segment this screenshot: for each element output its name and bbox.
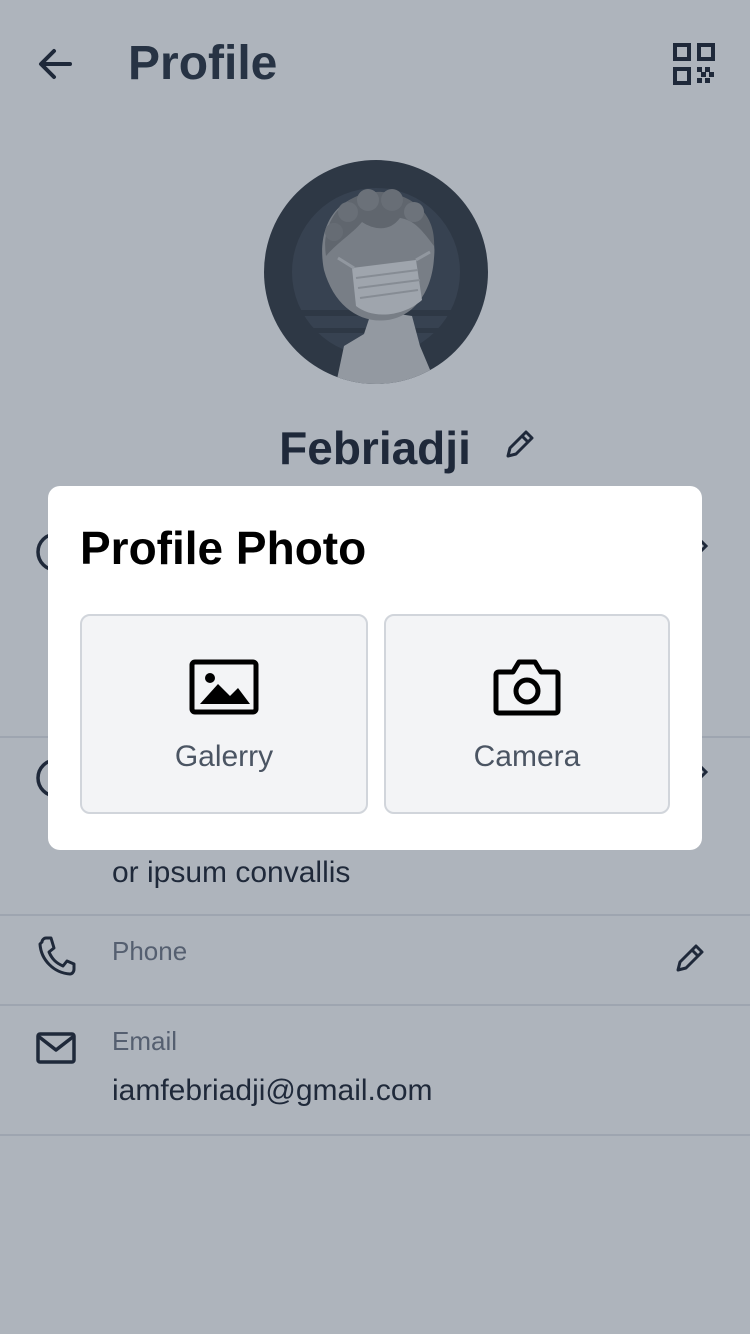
gallery-option-button[interactable]: Galerry	[80, 614, 368, 814]
camera-icon	[491, 656, 563, 720]
gallery-option-label: Galerry	[174, 740, 274, 773]
profile-photo-dialog: Profile Photo Galerry Camera	[48, 486, 702, 850]
dialog-title: Profile Photo	[80, 522, 367, 574]
camera-option-button[interactable]: Camera	[384, 614, 670, 814]
camera-option-label: Camera	[473, 740, 581, 773]
image-icon	[188, 656, 260, 720]
